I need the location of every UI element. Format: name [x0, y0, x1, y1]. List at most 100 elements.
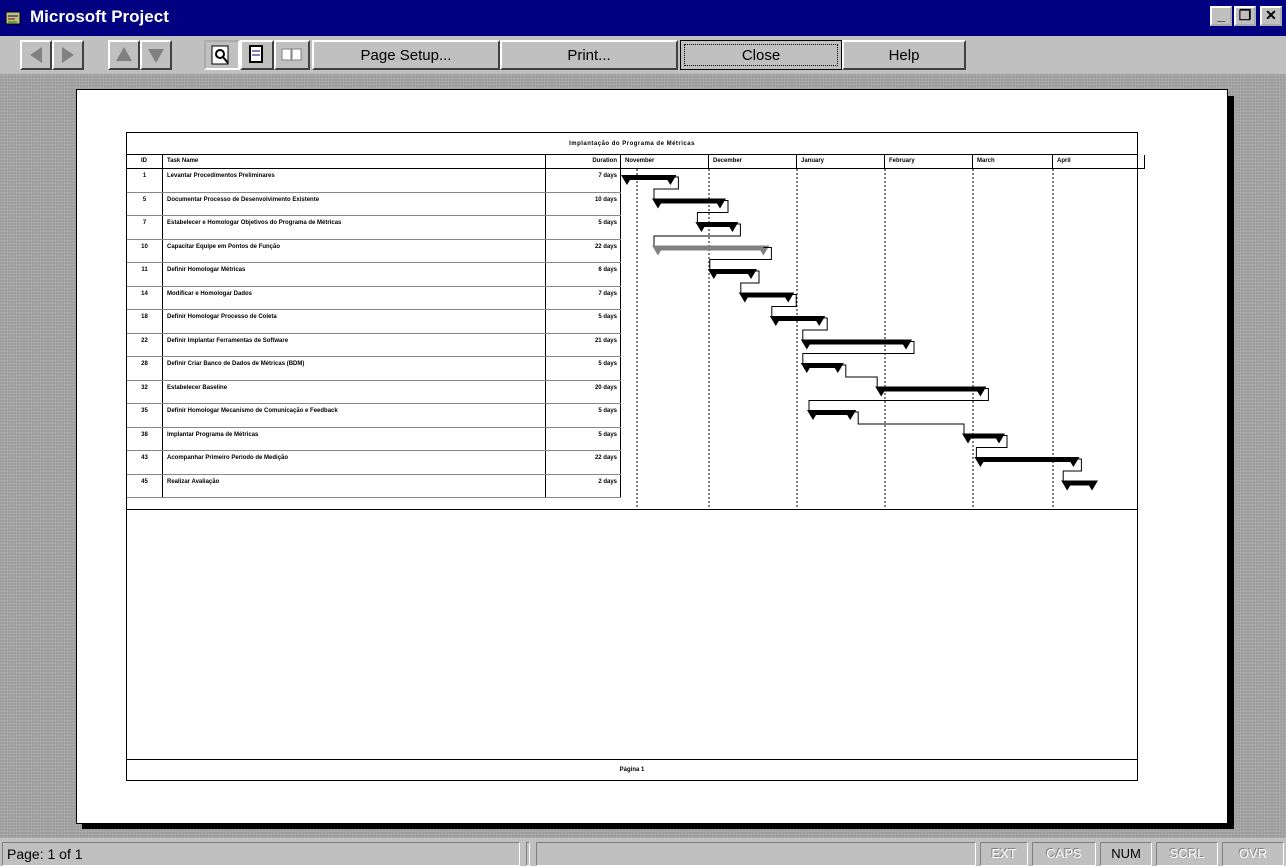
restore-button[interactable]: ❐ — [1234, 6, 1256, 26]
status-separator — [526, 842, 530, 866]
page-up-button[interactable] — [108, 40, 140, 70]
month-header: April — [1053, 155, 1145, 169]
next-page-button[interactable] — [52, 40, 84, 70]
status-indicator-num: NUM — [1100, 842, 1152, 866]
table-row[interactable]: 45 Realizar Avaliação 2 days — [127, 474, 621, 498]
status-indicator-ovr: OVR — [1222, 842, 1284, 866]
task-duration: 5 days — [546, 310, 621, 333]
summary-bar — [627, 175, 671, 180]
task-name: Implantar Programa de Métricas — [163, 427, 546, 450]
dependency-link — [808, 388, 989, 412]
page-down-button[interactable] — [140, 40, 172, 70]
month-header: January — [797, 155, 885, 169]
dependency-link — [771, 294, 797, 318]
task-id: 14 — [127, 286, 163, 309]
task-name: Definir Homologar Métricas — [163, 263, 546, 286]
month-header: February — [885, 155, 973, 169]
status-indicator-ext: EXT — [980, 842, 1028, 866]
dependency-link — [653, 223, 741, 248]
dependency-link — [653, 176, 679, 201]
task-id: 43 — [127, 451, 163, 474]
table-row[interactable]: 22 Definir Implantar Ferramentas de Softw… — [127, 333, 621, 357]
status-message — [536, 842, 976, 866]
gantt-report: Implantação do Programa de Métricas ID T… — [126, 132, 1145, 510]
multiple-pages-icon — [281, 48, 302, 61]
column-header-duration: Duration — [546, 155, 621, 169]
month-header: December — [709, 155, 797, 169]
task-duration: 10 days — [546, 192, 621, 215]
task-name: Definir Homologar Mecanismo de Comunicaç… — [163, 404, 546, 427]
task-id: 45 — [127, 474, 163, 497]
table-row[interactable]: 11 Definir Homologar Métricas 6 days — [127, 263, 621, 287]
one-page-icon — [249, 45, 263, 63]
close-preview-button[interactable]: Close — [680, 40, 842, 70]
summary-bar — [713, 269, 751, 274]
table-row[interactable]: 7 Estabelecer e Homologar Objetivos do Pr… — [127, 216, 621, 240]
table-row[interactable]: 38 Implantar Programa de Métricas 5 days — [127, 427, 621, 451]
arrow-down-icon — [148, 49, 164, 63]
task-name: Estabelecer e Homologar Objetivos do Pro… — [163, 216, 546, 239]
task-name: Definir Homologar Processo de Coleta — [163, 310, 546, 333]
task-duration: 5 days — [546, 357, 621, 380]
app-icon — [5, 11, 21, 25]
task-name: Modificar e Homologar Dados — [163, 286, 546, 309]
task-name: Definir Criar Banco de Dados de Métricas… — [163, 357, 546, 380]
summary-bar — [775, 316, 820, 321]
dependency-link — [975, 435, 1008, 459]
table-row[interactable]: 43 Acompanhar Primeiro Período de Medição… — [127, 451, 621, 475]
task-duration: 5 days — [546, 427, 621, 450]
dependency-link — [850, 411, 965, 436]
task-id: 22 — [127, 333, 163, 356]
dependency-link — [802, 317, 828, 342]
summary-bar — [658, 245, 764, 251]
minimize-icon: _ — [1217, 7, 1225, 23]
close-icon: ✕ — [1265, 7, 1277, 23]
task-duration: 21 days — [546, 333, 621, 356]
summary-bar — [744, 292, 789, 298]
task-name: Estabelecer Baseline — [163, 380, 546, 403]
report-title: Implantação do Programa de Métricas — [127, 133, 1137, 155]
arrow-up-icon — [116, 47, 132, 61]
multiple-pages-button[interactable] — [274, 40, 310, 70]
month-header: March — [973, 155, 1053, 169]
table-row[interactable]: 32 Estabelecer Baseline 20 days — [127, 380, 621, 404]
task-id: 38 — [127, 427, 163, 450]
restore-icon: ❐ — [1238, 7, 1252, 23]
previous-page-button[interactable] — [20, 40, 52, 70]
minimize-button[interactable]: _ — [1210, 6, 1232, 26]
table-row[interactable]: 5 Documentar Processo de Desenvolvimento … — [127, 192, 621, 216]
task-duration: 7 days — [546, 169, 621, 192]
table-row[interactable]: 18 Definir Homologar Processo de Coleta 5 … — [127, 310, 621, 334]
task-duration: 22 days — [546, 451, 621, 474]
task-name: Capacitar Equipe em Pontos de Função — [163, 239, 546, 262]
zoom-icon — [211, 45, 229, 65]
help-button[interactable]: Help — [842, 40, 966, 70]
page-setup-button[interactable]: Page Setup... — [312, 40, 500, 70]
table-row[interactable]: 35 Definir Homologar Mecanismo de Comunic… — [127, 404, 621, 428]
close-window-button[interactable]: ✕ — [1260, 6, 1282, 26]
task-duration: 5 days — [546, 216, 621, 239]
table-row[interactable]: 28 Definir Criar Banco de Dados de Métric… — [127, 357, 621, 381]
title-bar: Microsoft Project _ ❐ ✕ — [0, 0, 1286, 36]
table-row[interactable]: 1 Levantar Procedimentos Preliminares 7 da… — [127, 169, 621, 193]
task-id: 10 — [127, 239, 163, 262]
dependency-link — [837, 364, 878, 389]
month-header: November — [621, 155, 709, 169]
gantt-chart — [621, 169, 1098, 509]
one-page-button[interactable] — [240, 40, 274, 70]
table-row[interactable]: 14 Modificar e Homologar Dados 7 days — [127, 286, 621, 310]
task-id: 32 — [127, 380, 163, 403]
task-id: 7 — [127, 216, 163, 239]
task-id: 1 — [127, 169, 163, 192]
summary-bar — [813, 410, 851, 415]
task-duration: 20 days — [546, 380, 621, 403]
window-title: Microsoft Project — [30, 7, 169, 26]
task-name: Realizar Avaliação — [163, 474, 546, 497]
preview-toolbar: Page Setup... Print... Close Help — [0, 36, 1286, 74]
task-duration: 7 days — [546, 286, 621, 309]
print-button[interactable]: Print... — [500, 40, 678, 70]
zoom-button[interactable] — [204, 40, 240, 70]
table-row[interactable]: 10 Capacitar Equipe em Pontos de Função 22… — [127, 239, 621, 263]
task-duration: 6 days — [546, 263, 621, 286]
arrow-left-icon — [30, 47, 42, 63]
